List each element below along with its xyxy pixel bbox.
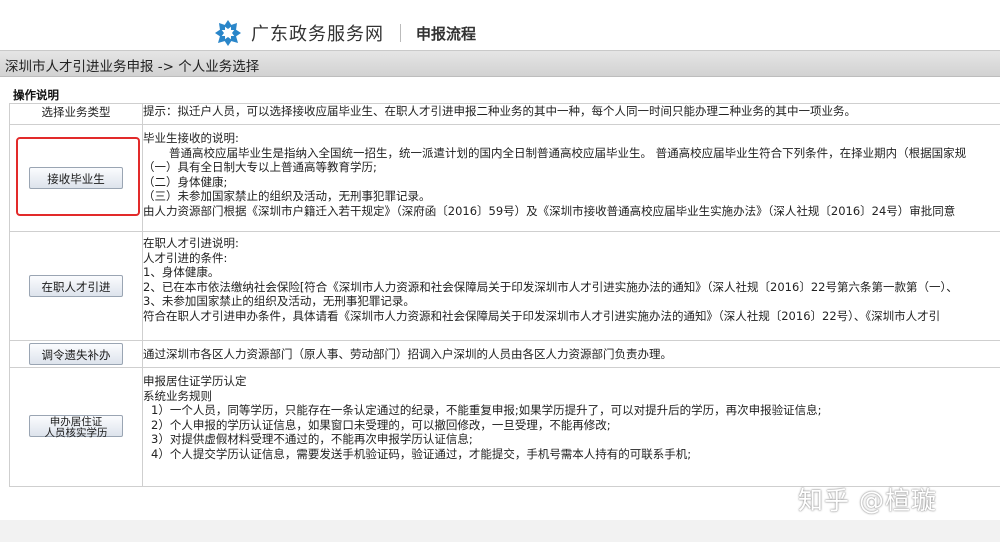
- table-row: 在职人才引进 在职人才引进说明: 人才引进的条件: 1、身体健康。 2、已在本市…: [9, 231, 1000, 341]
- description-cell: 申报居住证学历认定 系统业务规则 1）一个人员，同等学历，只能存在一条认定通过的…: [142, 367, 1000, 487]
- header-tip: 提示：拟迁户人员，可以选择接收应届毕业生、在职人才引进申报二种业务的其中一种，每…: [143, 104, 856, 118]
- header-divider: [400, 24, 401, 42]
- site-name[interactable]: 广东政务服务网: [251, 20, 384, 46]
- description-line: 4）个人提交学历认证信息，需要发送手机验证码，验证通过，才能提交，手机号需本人持…: [151, 446, 692, 461]
- option-cell: 申办居住证 人员核实学历: [9, 367, 143, 487]
- description-line: 申报居住证学历认定: [143, 374, 247, 388]
- header-tip-cell: 提示：拟迁户人员，可以选择接收应届毕业生、在职人才引进申报二种业务的其中一种，每…: [142, 103, 1000, 125]
- description-cell: 毕业生接收的说明: 普通高校应届毕业生是指纳入全国统一招生，统一派遣计划的国内全…: [142, 124, 1000, 232]
- description-line: 3、未参加国家禁止的组织及活动，无刑事犯罪记录。: [143, 294, 415, 309]
- brand: 广东政务服务网 申报流程: [214, 18, 476, 48]
- description-line: 2、已在本市依法缴纳社会保险[符合《深圳市人力资源和社会保障局关于印发深圳市人才…: [143, 279, 958, 294]
- description-line: （三）未参加国家禁止的组织及活动，无刑事犯罪记录。: [143, 189, 431, 204]
- description-line: 系统业务规则: [143, 388, 212, 403]
- table-row: 申办居住证 人员核实学历 申报居住证学历认定 系统业务规则 1）一个人员，同等学…: [9, 367, 1000, 487]
- breadcrumb: 深圳市人才引进业务申报 -> 个人业务选择: [5, 59, 260, 75]
- description-line: 人才引进的条件:: [143, 250, 228, 265]
- gd-gov-logo-icon: [215, 20, 241, 46]
- description-cell: 通过深圳市各区人力资源部门（原人事、劳动部门）招调入户深圳的人员由各区人力资源部…: [142, 340, 1000, 368]
- in-service-talent-button[interactable]: 在职人才引进: [29, 275, 123, 297]
- description-line: 符合在职人才引进申办条件，具体请看《深圳市人力资源和社会保障局关于印发深圳市人才…: [143, 308, 941, 323]
- description-line: （二）身体健康;: [143, 174, 228, 189]
- option-cell: 调令遗失补办: [9, 340, 143, 368]
- description-line: 由人力资源部门根据《深圳市户籍迁入若干规定》（深府函〔2016〕59号）及《深圳…: [143, 203, 956, 218]
- breadcrumb-bar: 深圳市人才引进业务申报 -> 个人业务选择: [0, 50, 1000, 77]
- table-header-row: 选择业务类型 提示：拟迁户人员，可以选择接收应届毕业生、在职人才引进申报二种业务…: [9, 103, 1000, 125]
- header-label: 选择业务类型: [41, 105, 111, 119]
- flow-title: 申报流程: [416, 24, 477, 43]
- header-label-cell: 选择业务类型: [9, 103, 143, 125]
- description-line: 2）个人申报的学历认证信息，如果窗口未受理的，可以撤回修改，一旦受理，不能再修改…: [151, 417, 611, 432]
- description-cell: 在职人才引进说明: 人才引进的条件: 1、身体健康。 2、已在本市依法缴纳社会保…: [142, 231, 1000, 341]
- main-panel: 操作说明 选择业务类型 提示：拟迁户人员，可以选择接收应届毕业生、在职人才引进申…: [0, 77, 1000, 520]
- description-line: 在职人才引进说明:: [143, 236, 239, 250]
- description-line: 1、身体健康。: [143, 265, 220, 280]
- description-line: 普通高校应届毕业生是指纳入全国统一招生，统一派遣计划的国内全日制普通高校应届毕业…: [169, 145, 967, 160]
- business-type-table: 选择业务类型 提示：拟迁户人员，可以选择接收应届毕业生、在职人才引进申报二种业务…: [9, 103, 1000, 487]
- table-row: 接收毕业生 毕业生接收的说明: 普通高校应届毕业生是指纳入全国统一招生，统一派遣…: [9, 124, 1000, 232]
- description-line: （一）具有全日制大专以上普通高等教育学历;: [143, 160, 377, 175]
- zhihu-watermark: 知乎 @楦璇: [798, 486, 937, 515]
- description-line: 1）一个人员，同等学历，只能存在一条认定通过的纪录，不能重复申报;如果学历提升了…: [151, 403, 822, 418]
- description-line: 通过深圳市各区人力资源部门（原人事、劳动部门）招调入户深圳的人员由各区人力资源部…: [143, 346, 672, 361]
- button-line: 人员核实学历: [44, 427, 108, 439]
- residence-permit-education-button[interactable]: 申办居住证 人员核实学历: [29, 415, 123, 439]
- transfer-order-reissue-button[interactable]: 调令遗失补办: [29, 343, 123, 365]
- section-title: 操作说明: [13, 88, 59, 102]
- option-cell: 在职人才引进: [9, 231, 143, 341]
- table-row: 调令遗失补办 通过深圳市各区人力资源部门（原人事、劳动部门）招调入户深圳的人员由…: [9, 340, 1000, 368]
- highlight-box: [16, 137, 140, 216]
- top-header: 广东政务服务网 申报流程: [0, 0, 1000, 50]
- description-line: 毕业生接收的说明:: [143, 131, 239, 145]
- description-line: 3）对提供虚假材料受理不通过的，不能再次申报学历认证信息;: [151, 432, 473, 447]
